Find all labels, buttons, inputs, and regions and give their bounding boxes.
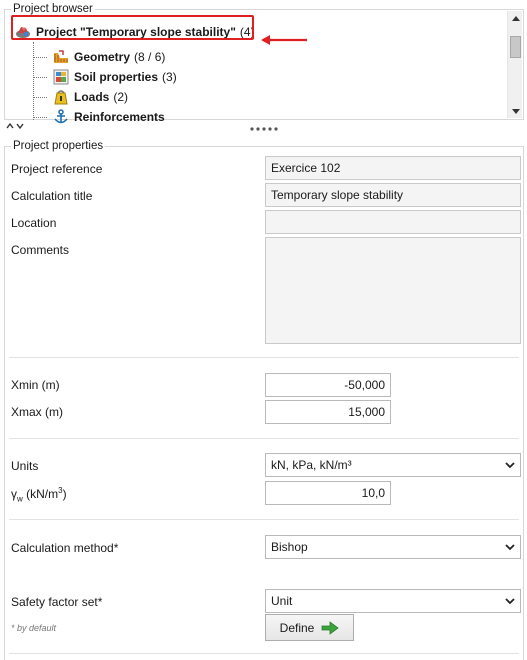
project-reference-field[interactable]: Exercice 102 xyxy=(265,156,521,180)
project-properties-panel: Project properties Project reference Exe… xyxy=(4,139,524,660)
panel-splitter[interactable] xyxy=(0,122,527,136)
soil-properties-icon xyxy=(53,69,69,85)
divider xyxy=(9,519,519,520)
chevron-down-icon[interactable] xyxy=(499,590,520,612)
comments-label: Comments xyxy=(11,243,70,257)
pointer-arrow-icon xyxy=(261,35,307,45)
location-label: Location xyxy=(11,216,57,230)
calculation-method-label: Calculation method* xyxy=(11,541,119,555)
scroll-thumb[interactable] xyxy=(510,36,521,58)
calculation-method-select[interactable]: Bishop xyxy=(265,535,521,559)
calculation-title-field[interactable]: Temporary slope stability xyxy=(265,183,521,207)
units-value: kN, kPa, kN/m³ xyxy=(271,458,352,472)
project-properties-title: Project properties xyxy=(11,139,106,153)
xmax-input[interactable]: 15,000 xyxy=(265,400,391,424)
units-label: Units xyxy=(11,459,39,473)
divider xyxy=(9,438,519,439)
geometry-icon xyxy=(53,49,69,65)
geometry-label: Geometry xyxy=(74,50,131,64)
calculation-method-value: Bishop xyxy=(271,540,308,554)
loads-label: Loads xyxy=(74,90,110,104)
geometry-count: (8 / 6) xyxy=(134,50,166,64)
xmax-label: Xmax (m) xyxy=(11,405,63,419)
splitter-grip-icon[interactable] xyxy=(249,123,279,135)
loads-icon xyxy=(53,89,69,105)
units-select[interactable]: kN, kPa, kN/m³ xyxy=(265,453,521,477)
scroll-up-icon[interactable] xyxy=(508,11,523,25)
project-reference-label: Project reference xyxy=(11,162,103,176)
gamma-w-label: γw (kN/m3) xyxy=(11,486,67,504)
chevron-down-icon[interactable] xyxy=(499,454,520,476)
safety-factor-label: Safety factor set* xyxy=(11,595,103,609)
xmin-label: Xmin (m) xyxy=(11,378,60,392)
tree-connector xyxy=(33,42,34,120)
loads-count: (2) xyxy=(113,90,129,104)
safety-factor-select[interactable]: Unit xyxy=(265,589,521,613)
divider xyxy=(9,357,519,358)
browser-scrollbar[interactable] xyxy=(507,11,522,118)
calculation-title-label: Calculation title xyxy=(11,189,93,203)
tree-item-geometry[interactable]: Geometry (8 / 6) xyxy=(53,47,165,67)
tree-item-soil-properties[interactable]: Soil properties (3) xyxy=(53,67,177,87)
scroll-down-icon[interactable] xyxy=(508,104,523,118)
highlight-box xyxy=(11,15,254,40)
comments-field[interactable] xyxy=(265,237,521,344)
define-button-label: Define xyxy=(279,620,315,635)
xmin-input[interactable]: -50,000 xyxy=(265,373,391,397)
soil-properties-count: (3) xyxy=(162,70,177,84)
chevron-down-icon[interactable] xyxy=(499,536,520,558)
project-browser-title: Project browser xyxy=(11,2,95,16)
gamma-w-input[interactable]: 10,0 xyxy=(265,481,391,505)
project-browser-panel: Project browser Project "Temporary slope… xyxy=(4,2,524,124)
location-field[interactable] xyxy=(265,210,521,234)
collapse-expand-icon[interactable] xyxy=(6,122,24,132)
define-button[interactable]: Define xyxy=(265,614,354,641)
tree-item-loads[interactable]: Loads (2) xyxy=(53,87,128,107)
safety-factor-value: Unit xyxy=(271,594,293,608)
soil-properties-label: Soil properties xyxy=(74,70,159,84)
default-note: * by default xyxy=(11,623,57,633)
arrow-right-icon xyxy=(321,620,340,635)
divider xyxy=(9,653,519,654)
